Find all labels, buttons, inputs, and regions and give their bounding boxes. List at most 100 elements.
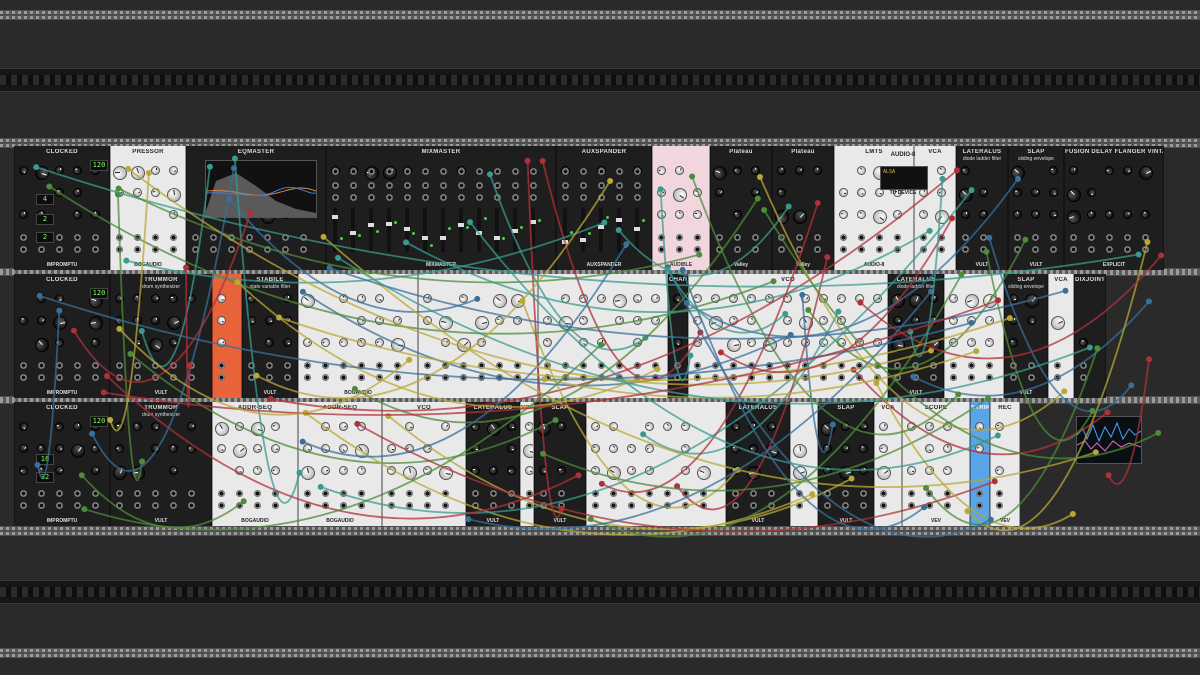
knob[interactable] xyxy=(356,293,367,304)
knob[interactable] xyxy=(994,421,1005,432)
knob[interactable] xyxy=(129,164,147,182)
patch-jack[interactable] xyxy=(322,490,329,497)
patch-jack[interactable] xyxy=(540,502,547,509)
patch-jack[interactable] xyxy=(170,234,177,241)
fader[interactable] xyxy=(350,208,356,252)
patch-jack[interactable] xyxy=(1142,246,1149,253)
knob[interactable] xyxy=(281,314,294,327)
module-lateralus-4[interactable]: LATERALUS VULT xyxy=(726,402,790,526)
patch-jack[interactable] xyxy=(74,490,81,497)
knob[interactable] xyxy=(835,314,848,327)
patch-jack[interactable] xyxy=(388,502,395,509)
knob[interactable] xyxy=(649,292,662,305)
knob[interactable] xyxy=(577,292,590,305)
patch-jack[interactable] xyxy=(580,168,587,175)
knob[interactable] xyxy=(909,314,922,327)
knob[interactable] xyxy=(817,314,830,327)
patch-jack[interactable] xyxy=(986,374,993,381)
knob[interactable] xyxy=(245,314,258,327)
knob[interactable] xyxy=(1085,186,1098,199)
knob[interactable] xyxy=(670,185,690,205)
patch-jack[interactable] xyxy=(56,234,63,241)
module-vca-2[interactable]: VCA xyxy=(1048,274,1074,398)
patch-jack[interactable] xyxy=(592,502,599,509)
knob[interactable] xyxy=(691,186,704,199)
knob[interactable] xyxy=(541,336,554,349)
patch-jack[interactable] xyxy=(908,490,915,497)
knob[interactable] xyxy=(1011,208,1024,221)
knob[interactable] xyxy=(632,315,643,326)
patch-jack[interactable] xyxy=(646,502,653,509)
patch-jack[interactable] xyxy=(350,168,357,175)
fader[interactable] xyxy=(616,208,622,252)
patch-jack[interactable] xyxy=(300,246,307,253)
knob[interactable] xyxy=(1077,336,1090,349)
patch-jack[interactable] xyxy=(926,502,933,509)
patch-jack[interactable] xyxy=(74,362,81,369)
patch-jack[interactable] xyxy=(652,374,659,381)
patch-jack[interactable] xyxy=(908,502,915,509)
knob[interactable] xyxy=(1049,313,1068,333)
knob[interactable] xyxy=(337,420,350,433)
knob[interactable] xyxy=(150,443,161,454)
knob[interactable] xyxy=(924,335,943,355)
knob[interactable] xyxy=(167,464,180,477)
knob[interactable] xyxy=(559,292,572,305)
knob[interactable] xyxy=(168,337,179,348)
patch-jack[interactable] xyxy=(20,502,27,509)
knob[interactable] xyxy=(607,442,620,455)
patch-jack[interactable] xyxy=(674,374,681,381)
knob[interactable] xyxy=(521,442,533,460)
knob[interactable] xyxy=(494,315,505,326)
knob[interactable] xyxy=(18,209,29,220)
patch-jack[interactable] xyxy=(192,234,199,241)
patch-jack[interactable] xyxy=(56,246,63,253)
patch-jack[interactable] xyxy=(598,194,605,201)
patch-jack[interactable] xyxy=(266,362,273,369)
knob[interactable] xyxy=(673,208,686,221)
knob[interactable] xyxy=(935,186,948,199)
patch-jack[interactable] xyxy=(962,246,969,253)
knob[interactable] xyxy=(644,465,655,476)
knob[interactable] xyxy=(857,442,870,455)
patch-jack[interactable] xyxy=(116,490,123,497)
patch-jack[interactable] xyxy=(894,234,901,241)
knob[interactable] xyxy=(72,165,83,176)
knob[interactable] xyxy=(454,335,474,355)
patch-jack[interactable] xyxy=(930,374,937,381)
patch-jack[interactable] xyxy=(228,234,235,241)
patch-jack[interactable] xyxy=(530,168,537,175)
knob[interactable] xyxy=(269,464,282,477)
knob[interactable] xyxy=(538,465,549,476)
knob[interactable] xyxy=(680,421,691,432)
knob[interactable] xyxy=(131,292,144,305)
knob[interactable] xyxy=(469,420,482,433)
patch-jack[interactable] xyxy=(92,502,99,509)
knob[interactable] xyxy=(506,443,517,454)
patch-jack[interactable] xyxy=(858,234,865,241)
patch-jack[interactable] xyxy=(824,490,831,497)
knob[interactable] xyxy=(319,442,332,455)
knob[interactable] xyxy=(53,292,66,305)
patch-jack[interactable] xyxy=(386,182,393,189)
module-slap-2[interactable]: SLAP sliding envelope VULT xyxy=(1004,274,1048,398)
knob[interactable] xyxy=(923,464,936,477)
knob[interactable] xyxy=(1065,207,1084,227)
patch-jack[interactable] xyxy=(838,374,845,381)
patch-jack[interactable] xyxy=(598,168,605,175)
patch-jack[interactable] xyxy=(246,234,253,241)
knob[interactable] xyxy=(746,293,757,304)
patch-jack[interactable] xyxy=(880,490,887,497)
patch-jack[interactable] xyxy=(856,362,863,369)
patch-jack[interactable] xyxy=(368,168,375,175)
knob[interactable] xyxy=(711,164,729,182)
module-chorus-1[interactable]: FUSION DELAY FLANGER VINTAGE ENSEMBLE EXP… xyxy=(1064,146,1164,270)
patch-jack[interactable] xyxy=(592,490,599,497)
patch-jack[interactable] xyxy=(658,246,665,253)
patch-jack[interactable] xyxy=(440,168,447,175)
knob[interactable] xyxy=(233,420,246,433)
knob[interactable] xyxy=(216,315,227,326)
knob[interactable] xyxy=(299,464,317,482)
clocked-ratio-display-a[interactable]: 4 xyxy=(36,194,54,205)
fader[interactable] xyxy=(368,208,374,252)
